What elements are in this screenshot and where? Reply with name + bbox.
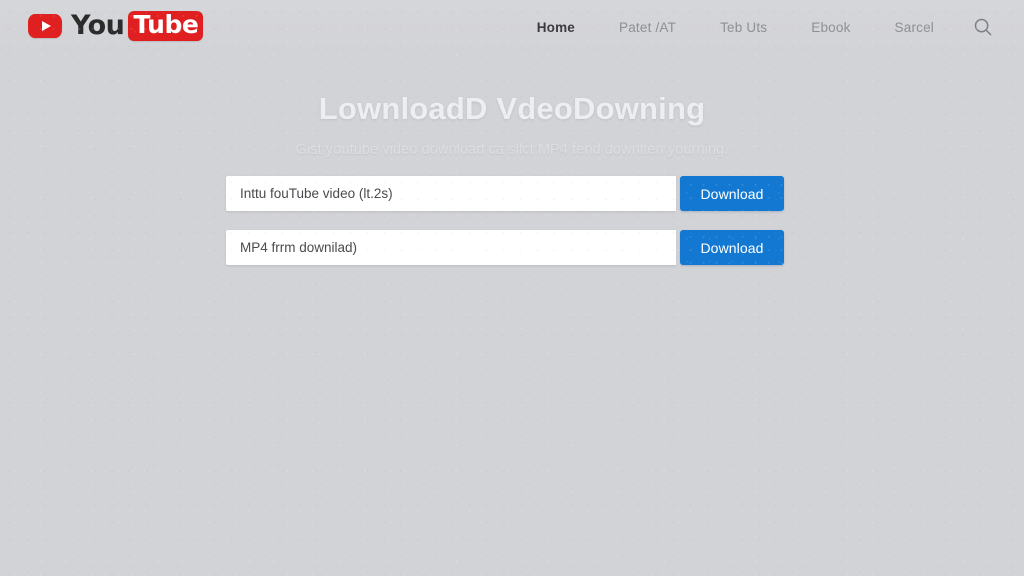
background-texture bbox=[0, 0, 1024, 576]
search-icon[interactable] bbox=[966, 10, 1000, 44]
nav-item-ebook[interactable]: Ebook bbox=[789, 20, 872, 35]
logo-text-you: You bbox=[71, 10, 125, 41]
page-subtitle: Gist youtube video download ca sllct MP4… bbox=[295, 142, 729, 158]
youtube-logo[interactable]: You Tube bbox=[28, 10, 204, 41]
download-button-secondary[interactable]: Download bbox=[680, 230, 784, 265]
download-form-row: Download bbox=[226, 230, 784, 265]
download-forms: Download Download bbox=[226, 176, 784, 284]
nav-item-home[interactable]: Home bbox=[515, 20, 597, 35]
logo-text-tube: Tube bbox=[128, 11, 204, 41]
main-navigation: Home Patet /AT Teb Uts Ebook Sarcel bbox=[515, 0, 1006, 54]
nav-item-sarcel[interactable]: Sarcel bbox=[873, 20, 956, 35]
video-url-input[interactable] bbox=[226, 176, 676, 211]
mp4-format-input[interactable] bbox=[226, 230, 676, 265]
youtube-play-icon bbox=[28, 14, 62, 38]
nav-item-tebuts[interactable]: Teb Uts bbox=[698, 20, 789, 35]
nav-item-patet[interactable]: Patet /AT bbox=[597, 20, 698, 35]
download-form-row: Download bbox=[226, 176, 784, 211]
download-button-primary[interactable]: Download bbox=[680, 176, 784, 211]
hero-section: LownloadD VdeoDowning Gist youtube video… bbox=[0, 88, 1024, 160]
page-title: LownloadD VdeoDowning bbox=[318, 91, 706, 126]
site-header: You Tube Home Patet /AT Teb Uts Ebook Sa… bbox=[0, 0, 1024, 54]
